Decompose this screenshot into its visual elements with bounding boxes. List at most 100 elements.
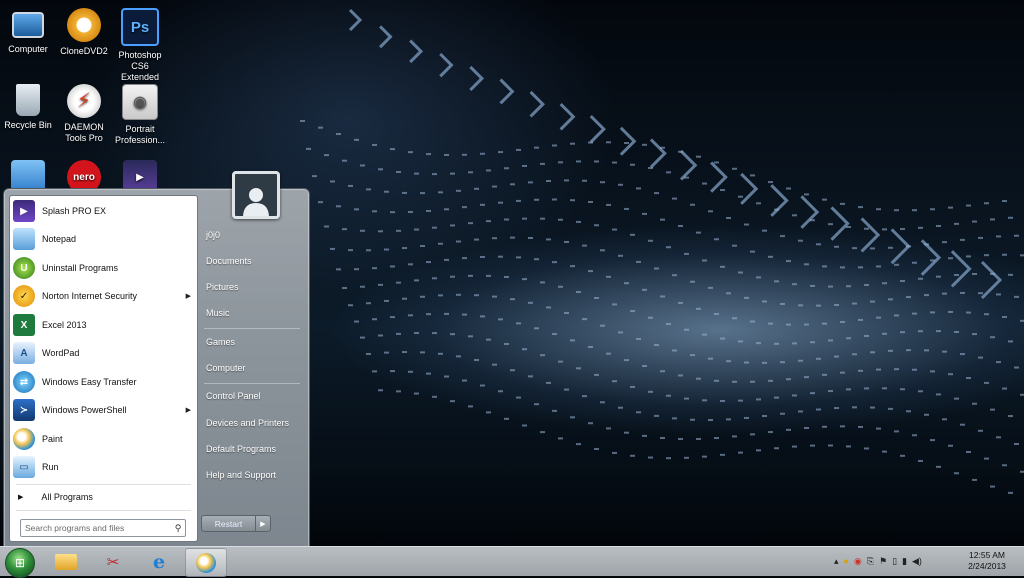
wallpaper-dot [600,181,605,184]
start-button[interactable]: ⊞ [5,548,35,578]
wallpaper-dot [594,448,599,451]
wallpaper-dot [858,318,863,321]
wallpaper-dot [420,245,425,248]
right-item-pictures[interactable]: Pictures [206,282,239,292]
program-item-windows-easy-transfer[interactable]: ⇄ Windows Easy Transfer [13,369,193,395]
wallpaper-dot [624,431,629,434]
wallpaper-dot [570,416,575,419]
wallpaper-dot [828,444,833,447]
desktop-icon-clonedvd2[interactable]: CloneDVD2 [55,8,113,57]
wallpaper-dot [534,403,539,406]
wallpaper-dot [360,229,365,232]
right-item-music[interactable]: Music [206,308,230,318]
taskbar-paint[interactable] [185,548,227,577]
all-programs-button[interactable]: ▶ All Programs [18,492,93,502]
easy-transfer-icon: ⇄ [13,371,35,393]
program-item-notepad[interactable]: Notepad [13,226,193,252]
program-item-norton-internet-security[interactable]: ✓ Norton Internet Security ▶ [13,283,193,309]
program-item-wordpad[interactable]: A WordPad [13,340,193,366]
wallpaper-dot [816,408,821,411]
wallpaper-dot [690,354,695,357]
wallpaper-dot [516,256,521,259]
right-item-documents[interactable]: Documents [206,256,252,266]
search-icon: ⚲ [174,522,182,533]
wallpaper-dot [654,267,659,270]
right-item-user[interactable]: j0j0 [206,230,220,240]
wallpaper-dot [684,328,689,331]
wallpaper-dot [852,353,857,356]
chrome-tray-icon[interactable]: ◉ [854,556,862,567]
program-label: Paint [42,434,63,444]
wallpaper-dot [336,205,341,208]
program-item-run[interactable]: ▭ Run [13,454,193,480]
wallpaper-dot [354,268,359,271]
network-icon[interactable]: ▮ [902,556,907,567]
right-item-devices-and-printers[interactable]: Devices and Printers [206,418,289,428]
taskbar-internet-explorer[interactable]: e [139,548,179,575]
taskbar-file-explorer[interactable] [46,548,86,575]
restart-button[interactable]: Restart [201,515,256,532]
show-hidden-icon[interactable]: ▴ [834,556,839,567]
wallpaper-dot [594,373,599,376]
wallpaper-dot [510,369,515,372]
desktop-icon-computer[interactable]: Computer [0,8,57,55]
wallpaper-dot [996,361,1001,364]
wallpaper-dot [690,280,695,283]
flag-icon[interactable]: ⚑ [879,556,887,567]
desktop-icon-daemon-tools[interactable]: ⚡ DAEMON Tools Pro [55,84,113,144]
right-item-help-and-support[interactable]: Help and Support [206,470,276,480]
wallpaper-dot [906,245,911,248]
wallpaper-dot [966,255,971,258]
right-item-computer[interactable]: Computer [206,363,246,373]
wallpaper-dot [768,379,773,382]
wallpaper-dot [480,315,485,318]
wallpaper-dot [486,169,491,172]
wallpaper-dot [960,291,965,294]
wallpaper-dot [762,300,767,303]
wallpaper-dot [738,271,743,274]
shutdown-options-button[interactable]: ▶ [255,515,271,532]
wallpaper-dot [882,450,887,453]
wallpaper-dot [648,456,653,459]
program-item-uninstall-programs[interactable]: U Uninstall Programs [13,255,193,281]
program-item-excel-2013[interactable]: X Excel 2013 [13,312,193,338]
wallpaper-dot [498,151,503,154]
program-item-windows-powershell[interactable]: ≻ Windows PowerShell ▶ [13,397,193,423]
program-item-splash-pro-ex[interactable]: ▶ Splash PRO EX [13,198,193,224]
right-item-control-panel[interactable]: Control Panel [206,391,261,401]
program-label: Uninstall Programs [42,263,119,273]
taskbar-snipping-tool[interactable]: ✂ [93,548,133,575]
desktop-icon-photoshop[interactable]: Ps Photoshop CS6 Extended [111,8,169,83]
wallpaper-dot [612,380,617,383]
wallpaper-dot [768,255,773,258]
wallpaper-dot [768,431,773,434]
wallpaper-dot [600,401,605,404]
wallpaper-dot [756,449,761,452]
wallpaper-dot [882,332,887,335]
wallpaper-dot [930,259,935,262]
clock[interactable]: 12:55 AM 2/24/2013 [958,550,1016,572]
user-account-picture[interactable] [232,171,280,219]
desktop-icon-portrait-professional[interactable]: ◉ Portrait Profession... [111,84,169,146]
wallpaper-dot [624,207,629,210]
wallpaper-dot [654,344,659,347]
wallpaper-dot [720,337,725,340]
wallpaper-dot [456,240,461,243]
wallpaper-dot [450,275,455,278]
wallpaper-dot [678,438,683,441]
right-item-games[interactable]: Games [206,337,235,347]
right-item-default-programs[interactable]: Default Programs [206,444,276,454]
chevron-right-icon: ▶ [260,520,266,528]
wallpaper-dot [534,327,539,330]
battery-icon[interactable]: ▯ [892,556,897,567]
desktop-icon-recycle-bin[interactable]: Recycle Bin [0,84,57,131]
wallpaper-dot [546,238,551,241]
norton-tray-icon[interactable]: ● [844,556,849,566]
volume-icon[interactable]: ◀) [912,556,922,567]
wallpaper-dot [708,357,713,360]
usb-icon[interactable]: ⎘ [867,556,874,567]
wallpaper-dot [756,342,761,345]
wallpaper-dot [504,342,509,345]
search-programs-input[interactable]: Search programs and files ⚲ [20,519,186,537]
program-item-paint[interactable]: Paint [13,426,193,452]
